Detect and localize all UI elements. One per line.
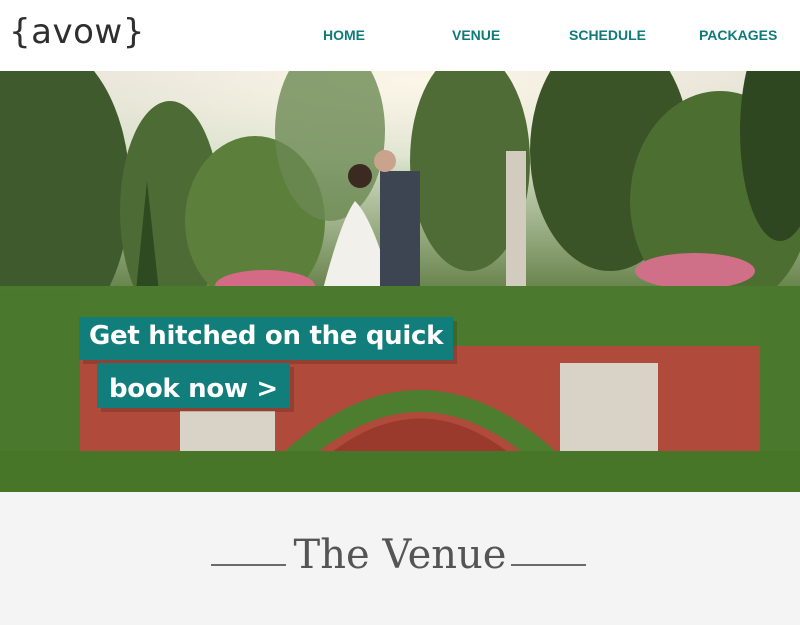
nav-venue[interactable]: VENUE [452, 27, 500, 43]
site-logo[interactable]: {avow} [9, 12, 145, 52]
hero-photo [0, 71, 800, 492]
venue-title: The Venue [293, 532, 507, 578]
nav-packages[interactable]: PACKAGES [699, 27, 777, 43]
title-rule-right [511, 564, 586, 566]
book-now-button[interactable]: book now > [97, 363, 290, 408]
nav-home[interactable]: HOME [323, 27, 365, 43]
nav-schedule[interactable]: SCHEDULE [569, 27, 646, 43]
venue-section: The Venue [0, 492, 800, 625]
site-header: {avow} HOME VENUE SCHEDULE PACKAGES [0, 0, 800, 71]
hero-headline: Get hitched on the quick [79, 317, 454, 360]
hero-banner: Get hitched on the quick book now > [0, 71, 800, 492]
